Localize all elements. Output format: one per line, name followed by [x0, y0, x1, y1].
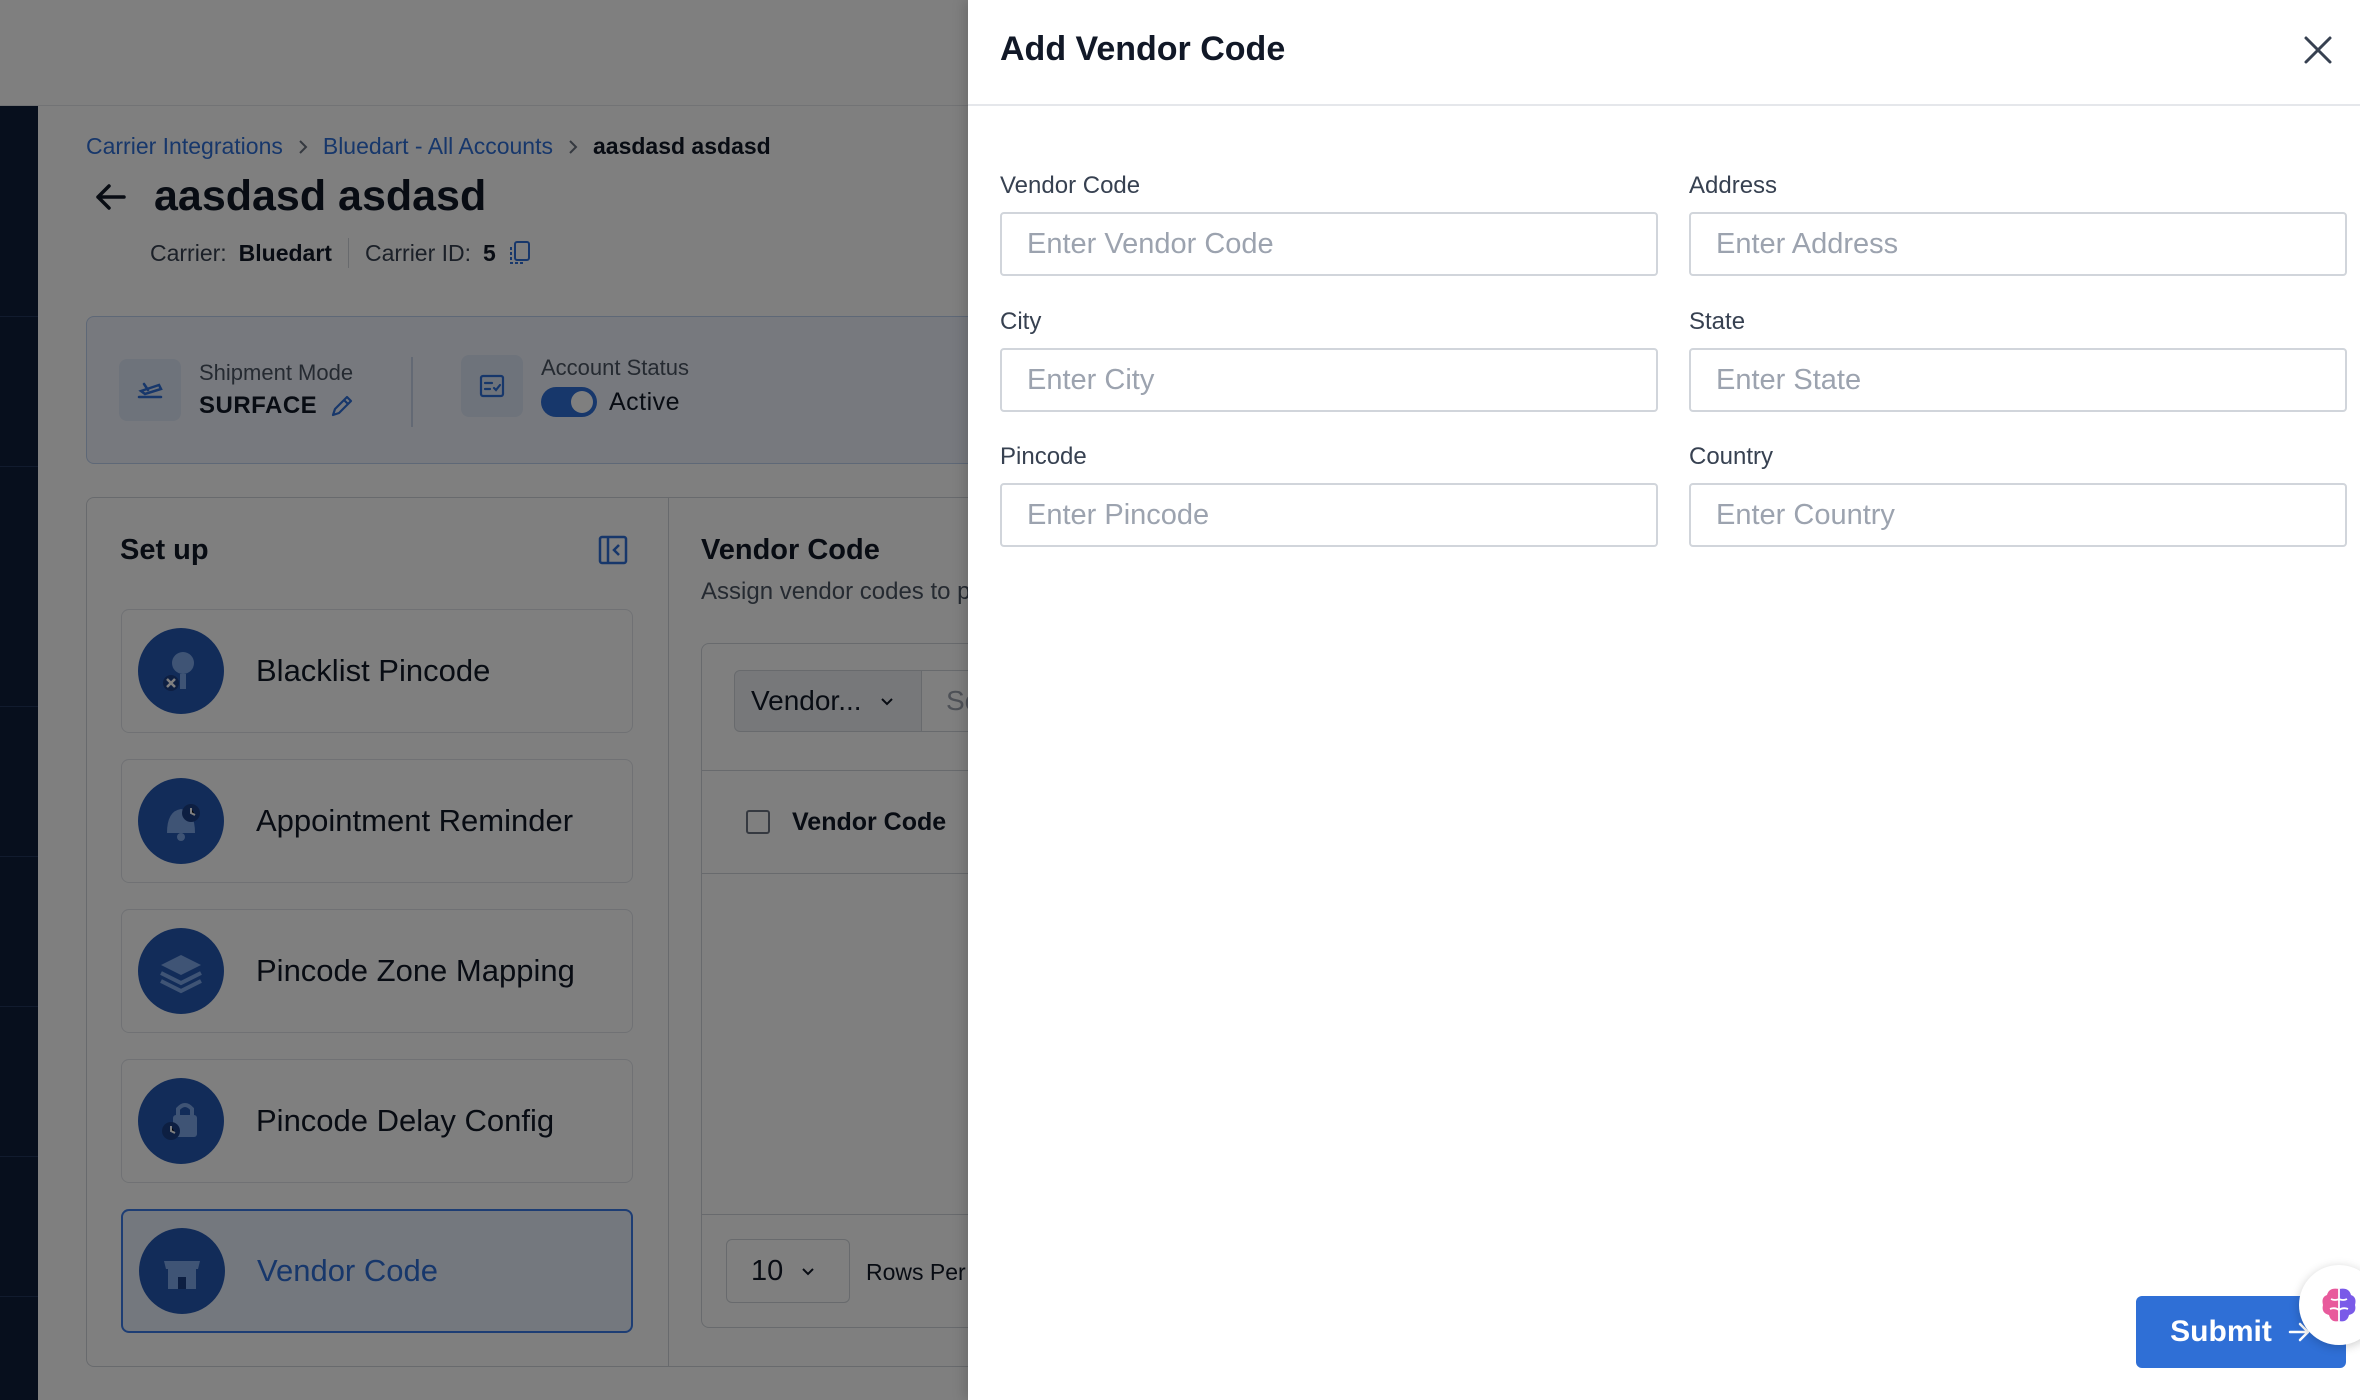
state-input[interactable]	[1689, 348, 2347, 412]
state-field: State	[1689, 308, 2347, 412]
country-input[interactable]	[1689, 483, 2347, 547]
vendor-code-field: Vendor Code	[1000, 172, 1658, 276]
add-vendor-code-drawer: Add Vendor Code Vendor Code Address City…	[968, 0, 2360, 1400]
country-field: Country	[1689, 443, 2347, 547]
pincode-field: Pincode	[1000, 443, 1658, 547]
state-label: State	[1689, 308, 1746, 335]
city-field: City	[1000, 308, 1658, 412]
address-label: Address	[1689, 172, 1778, 199]
pincode-input[interactable]	[1000, 483, 1658, 547]
close-icon	[2304, 36, 2332, 64]
city-input[interactable]	[1000, 348, 1658, 412]
address-field: Address	[1689, 172, 2347, 276]
country-label: Country	[1689, 443, 1774, 470]
address-input[interactable]	[1689, 212, 2347, 276]
drawer-title: Add Vendor Code	[1000, 30, 1286, 68]
vendor-code-label: Vendor Code	[1000, 172, 1141, 199]
pincode-label: Pincode	[1000, 443, 1087, 470]
vendor-code-input[interactable]	[1000, 212, 1658, 276]
city-label: City	[1000, 308, 1042, 335]
modal-backdrop[interactable]	[0, 0, 968, 1400]
close-button[interactable]	[2296, 28, 2340, 72]
drawer-header: Add Vendor Code	[968, 0, 2360, 106]
submit-label: Submit	[2170, 1315, 2272, 1348]
brain-icon	[2322, 1288, 2356, 1322]
